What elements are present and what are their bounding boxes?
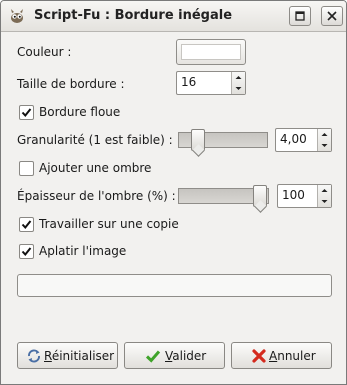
granularity-value: 4,00 bbox=[280, 132, 307, 146]
granularity-slider-handle[interactable] bbox=[191, 129, 205, 151]
maximize-icon bbox=[295, 11, 305, 21]
add-shadow-label[interactable]: Ajouter une ombre bbox=[39, 161, 151, 175]
close-button[interactable] bbox=[321, 6, 343, 26]
spin-up-icon[interactable] bbox=[318, 185, 331, 196]
border-size-spinner[interactable]: 16 bbox=[176, 71, 246, 95]
refresh-icon bbox=[28, 349, 40, 363]
spin-up-icon[interactable] bbox=[232, 72, 245, 83]
work-on-copy-checkbox[interactable] bbox=[19, 217, 34, 232]
flatten-image-checkbox[interactable] bbox=[19, 244, 34, 259]
checkmark-icon bbox=[145, 350, 161, 363]
spin-down-icon[interactable] bbox=[318, 196, 331, 207]
spin-down-icon[interactable] bbox=[232, 83, 245, 94]
shadow-weight-label: Épaisseur de l'ombre (%) : bbox=[17, 189, 176, 203]
add-shadow-checkbox[interactable] bbox=[19, 161, 34, 176]
color-picker-button[interactable] bbox=[176, 39, 246, 65]
granularity-slider[interactable] bbox=[178, 129, 268, 151]
cancel-x-icon bbox=[252, 349, 266, 363]
script-fu-dialog: Script-Fu : Bordure inégale Couleur : Ta… bbox=[0, 0, 347, 385]
work-on-copy-label[interactable]: Travailler sur une copie bbox=[39, 217, 179, 231]
color-label: Couleur : bbox=[17, 45, 72, 59]
progress-bar bbox=[17, 274, 332, 297]
flatten-image-label[interactable]: Aplatir l'image bbox=[39, 244, 126, 258]
cancel-label: Annuler bbox=[269, 349, 316, 363]
close-icon bbox=[327, 11, 337, 21]
shadow-weight-value: 100 bbox=[282, 188, 305, 202]
checkmark-icon bbox=[21, 247, 32, 257]
cancel-button[interactable]: Annuler bbox=[231, 342, 332, 369]
checkmark-icon bbox=[21, 220, 32, 230]
shadow-weight-slider-handle[interactable] bbox=[253, 185, 267, 207]
shadow-weight-spinner[interactable]: 100 bbox=[277, 184, 332, 208]
reset-label: Réinitialiser bbox=[44, 349, 115, 363]
ok-button[interactable]: Valider bbox=[124, 342, 225, 369]
border-size-label: Taille de bordure : bbox=[17, 77, 125, 91]
border-size-value: 16 bbox=[181, 75, 197, 89]
shadow-weight-slider[interactable] bbox=[178, 185, 269, 207]
color-swatch bbox=[181, 44, 241, 60]
blur-border-label[interactable]: Bordure floue bbox=[39, 105, 120, 119]
granularity-label: Granularité (1 est faible) : bbox=[17, 133, 173, 147]
maximize-button[interactable] bbox=[289, 6, 311, 26]
blur-border-checkbox[interactable] bbox=[19, 105, 34, 120]
gimp-wilber-icon bbox=[11, 9, 23, 23]
checkmark-icon bbox=[21, 108, 32, 118]
spin-down-icon[interactable] bbox=[318, 140, 331, 151]
spin-up-icon[interactable] bbox=[318, 129, 331, 140]
ok-label: Valider bbox=[165, 349, 207, 363]
title-bar[interactable]: Script-Fu : Bordure inégale bbox=[1, 1, 346, 32]
granularity-spinner[interactable]: 4,00 bbox=[275, 128, 332, 152]
window-title: Script-Fu : Bordure inégale bbox=[34, 8, 233, 23]
reset-button[interactable]: Réinitialiser bbox=[17, 342, 118, 369]
